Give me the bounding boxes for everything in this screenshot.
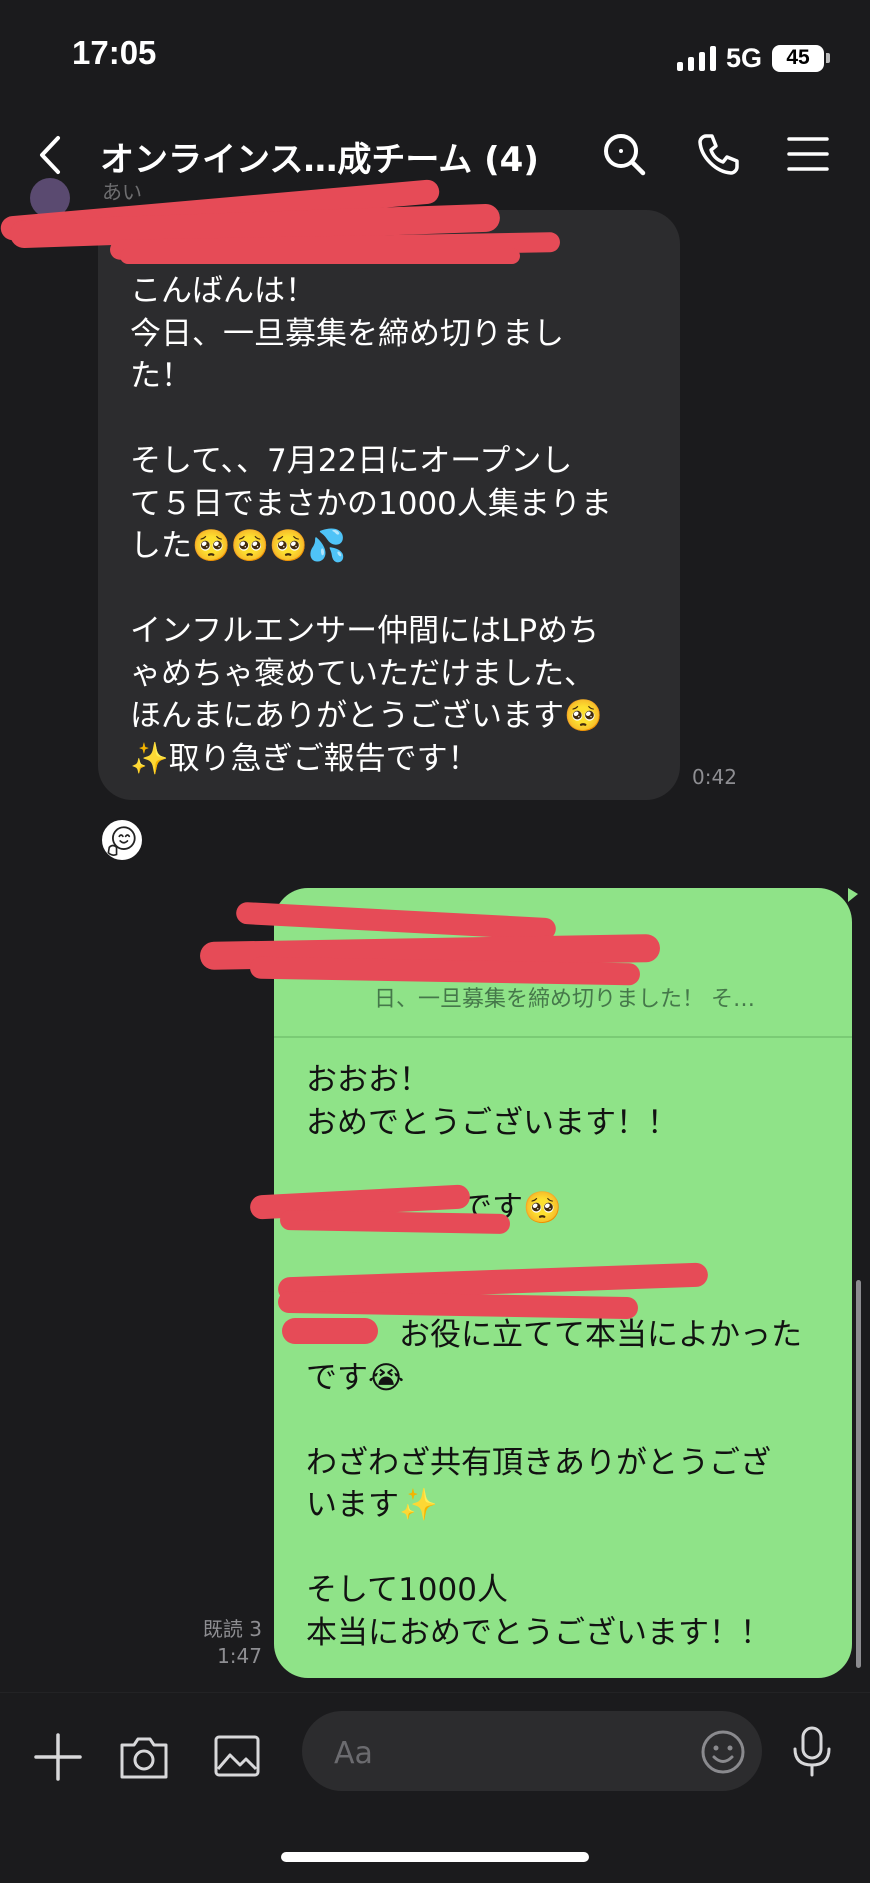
status-time: 17:05 bbox=[72, 34, 157, 71]
reply-divider bbox=[274, 1036, 852, 1038]
search-icon[interactable] bbox=[600, 130, 648, 178]
image-icon[interactable] bbox=[212, 1731, 262, 1781]
redaction-mark bbox=[120, 248, 520, 264]
read-receipt: 既読 3 1:47 bbox=[196, 1616, 262, 1670]
scroll-indicator[interactable] bbox=[856, 1280, 861, 1668]
battery-icon: 45 bbox=[772, 44, 824, 72]
plus-icon[interactable] bbox=[34, 1733, 82, 1781]
chat-title[interactable]: オンラインス…成チーム (4) bbox=[100, 132, 539, 181]
outgoing-message-text: おおお！ おめでとうございます！！ です🥺 お役に立てて本当によかった です😭 … bbox=[306, 1062, 802, 1651]
bubble-tail bbox=[848, 888, 858, 902]
read-label: 既読 3 bbox=[202, 1617, 262, 1641]
sender-name: あい bbox=[102, 180, 142, 204]
status-bar: 17:05 5G 45 bbox=[0, 0, 870, 110]
phone-icon[interactable] bbox=[694, 130, 742, 178]
emoji-icon[interactable] bbox=[700, 1729, 746, 1775]
redaction-mark bbox=[282, 1318, 378, 1344]
incoming-message-time: 0:42 bbox=[692, 765, 737, 789]
status-indicators: 5G 45 bbox=[676, 38, 830, 78]
battery-level: 45 bbox=[786, 46, 810, 69]
home-indicator[interactable] bbox=[281, 1852, 589, 1862]
incoming-message-text: こんばんは！ 今日、一旦募集を締め切りまし た！ そして、、7月22日にオープン… bbox=[130, 273, 612, 777]
camera-icon[interactable] bbox=[118, 1731, 170, 1783]
back-icon[interactable] bbox=[30, 132, 72, 178]
outgoing-message-time: 1:47 bbox=[217, 1644, 262, 1668]
redaction-mark bbox=[279, 1209, 511, 1235]
input-placeholder[interactable]: Aa bbox=[334, 1736, 373, 1771]
mic-icon[interactable] bbox=[790, 1725, 834, 1779]
network-label: 5G bbox=[725, 42, 762, 73]
signal-bars-icon bbox=[676, 45, 716, 71]
battery-nub bbox=[826, 53, 830, 63]
menu-icon[interactable] bbox=[786, 134, 830, 174]
smile-sticker-icon[interactable] bbox=[100, 818, 144, 862]
